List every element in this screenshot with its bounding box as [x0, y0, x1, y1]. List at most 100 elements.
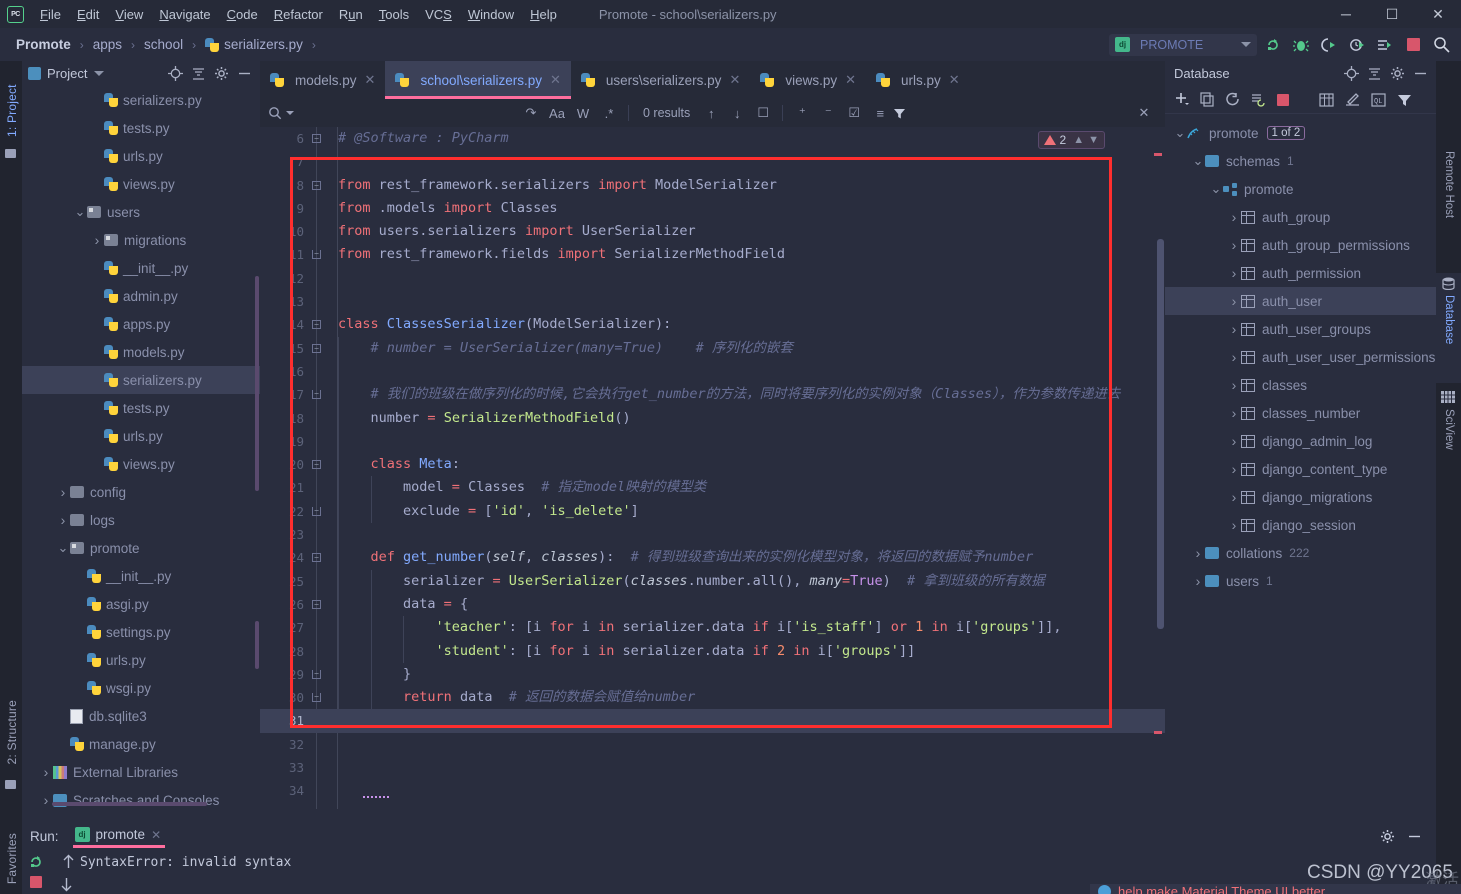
database-tree-item[interactable]: › classes — [1165, 371, 1436, 399]
search-everywhere-icon[interactable] — [1429, 33, 1453, 57]
fold-end-icon[interactable]: − — [312, 693, 321, 703]
code-line[interactable]: 24− def get_number(self, classes): # 得到班… — [260, 546, 1165, 570]
down-icon[interactable] — [60, 876, 73, 892]
chevron-right-icon[interactable]: › — [1227, 209, 1241, 225]
menu-item-navigate[interactable]: Navigate — [151, 5, 218, 24]
fold-start-icon[interactable]: − — [312, 599, 321, 609]
menu-item-file[interactable]: File — [32, 5, 69, 24]
code-line[interactable]: 29− } — [260, 662, 1165, 687]
code-line[interactable]: 26− data = { — [260, 592, 1165, 617]
close-tab-icon[interactable]: ✕ — [845, 72, 856, 88]
code-line[interactable]: 28 'student': [i for i in serializer.dat… — [260, 639, 1165, 663]
minimize-icon[interactable]: ─ — [1323, 0, 1369, 28]
chevron-down-icon[interactable]: ⌄ — [1209, 181, 1223, 197]
code-line[interactable]: 10 from users.serializers import UserSeri… — [260, 220, 1165, 243]
code-line[interactable]: 17− # 我们的班级在做序列化的时候,它会执行get_number的方法，同时… — [260, 383, 1165, 407]
fold-start-icon[interactable]: − — [312, 460, 321, 470]
remove-line-icon[interactable]: ⁻ — [815, 105, 841, 121]
filter-icon[interactable] — [1397, 93, 1412, 107]
database-tree-item[interactable]: › auth_permission — [1165, 259, 1436, 287]
code-line[interactable]: 15− # number = UserSerializer(many=True)… — [260, 336, 1165, 360]
hide-icon[interactable] — [237, 66, 252, 81]
database-tree-item[interactable]: › auth_group — [1165, 203, 1436, 231]
stripe-error-marker[interactable] — [1154, 153, 1162, 156]
menu-item-edit[interactable]: Edit — [69, 5, 107, 24]
match-case-icon[interactable]: Aa — [544, 106, 570, 121]
close-tab-icon[interactable]: ✕ — [729, 72, 740, 88]
code-line[interactable]: 31 — [260, 709, 1165, 733]
project-tree-item[interactable]: admin.py — [22, 282, 260, 310]
chevron-right-icon[interactable]: › — [1227, 377, 1241, 393]
filter-icon[interactable] — [893, 107, 919, 120]
sync-icon[interactable] — [1251, 92, 1267, 107]
code-line[interactable]: 30− return data # 返回的数据会赋值给number — [260, 686, 1165, 710]
collapse-all-icon[interactable] — [1367, 66, 1382, 81]
chevron-up-icon[interactable]: ▲ — [1073, 134, 1084, 146]
project-tree-item[interactable]: › migrations — [22, 226, 260, 254]
chevron-down-icon[interactable]: ⌄ — [1191, 153, 1205, 169]
project-tree-item[interactable]: wsgi.py — [22, 674, 260, 702]
code-line[interactable]: 7 — [260, 150, 1165, 173]
database-tree-item[interactable]: › django_admin_log — [1165, 427, 1436, 455]
database-tree-item[interactable]: ⌄ promote — [1165, 175, 1436, 203]
chevron-down-icon[interactable] — [1241, 42, 1251, 47]
maximize-icon[interactable]: ☐ — [1369, 0, 1415, 28]
chevron-right-icon[interactable]: › — [1227, 461, 1241, 477]
database-tree-item[interactable]: › collations 222 — [1165, 539, 1436, 567]
hide-icon[interactable] — [1407, 829, 1422, 844]
inspection-status-badge[interactable]: 2 ▲ ▼ — [1037, 131, 1105, 149]
chevron-right-icon[interactable]: › — [1227, 265, 1241, 281]
add-icon[interactable] — [1175, 92, 1190, 107]
project-tree-item[interactable]: ⌄ promote — [22, 534, 260, 562]
chevron-down-icon[interactable]: ▼ — [1088, 134, 1099, 146]
code-line[interactable]: 27 'teacher': [i for i in serializer.dat… — [260, 616, 1165, 640]
rail-tab-structure[interactable]: 2: Structure — [5, 700, 19, 764]
database-tree-item[interactable]: › classes_number — [1165, 399, 1436, 427]
table-icon[interactable] — [1319, 92, 1335, 107]
next-match-icon[interactable]: ↓ — [724, 106, 750, 121]
project-tree-item[interactable]: urls.py — [22, 646, 260, 674]
locate-icon[interactable] — [168, 66, 183, 81]
stop-icon[interactable] — [1277, 93, 1289, 106]
editor-tab-views-py[interactable]: views.py ✕ — [750, 61, 866, 99]
search-input[interactable] — [298, 106, 488, 120]
code-line[interactable]: 34 — [260, 779, 1165, 802]
chevron-right-icon[interactable]: › — [1227, 489, 1241, 505]
fold-end-icon[interactable]: − — [312, 669, 321, 679]
chevron-right-icon[interactable]: › — [90, 232, 104, 248]
close-icon[interactable]: ✕ — [151, 828, 161, 842]
chevron-down-icon[interactable]: ⌄ — [56, 540, 70, 556]
project-tree-item[interactable]: › External Libraries — [22, 758, 260, 786]
project-tree-item[interactable]: views.py — [22, 170, 260, 198]
database-tree-item[interactable]: › auth_user_groups — [1165, 315, 1436, 343]
settings-icon[interactable] — [1380, 829, 1395, 844]
database-tree-item[interactable]: › django_migrations — [1165, 483, 1436, 511]
project-hscrollbar[interactable] — [52, 802, 207, 806]
project-tree-item[interactable]: __init__.py — [22, 254, 260, 282]
code-line[interactable]: 21 model = Classes # 指定model映射的模型类 — [260, 476, 1165, 500]
fold-start-icon[interactable]: − — [312, 553, 321, 563]
database-tree-item[interactable]: › auth_group_permissions — [1165, 231, 1436, 259]
breadcrumb-item-school[interactable]: school — [142, 37, 185, 52]
sciview-rail-icon[interactable] — [1441, 391, 1455, 404]
run-configuration-selector[interactable]: dj PROMOTE — [1109, 33, 1257, 56]
code-line[interactable]: 8− from rest_framework.serializers import… — [260, 174, 1165, 197]
code-line[interactable]: 6− # @Software : PyCharm — [260, 127, 1165, 150]
project-tree-item[interactable]: db.sqlite3 — [22, 702, 260, 730]
rail-tab-remote-host[interactable]: Remote Host — [1443, 151, 1455, 218]
copy-icon[interactable] — [1200, 92, 1215, 107]
locate-icon[interactable] — [1344, 66, 1359, 81]
editor-tab-users-serializers-py[interactable]: users\serializers.py ✕ — [571, 61, 750, 99]
rail-tab-project[interactable]: 1: Project — [5, 67, 19, 137]
editor-tab-urls-py[interactable]: urls.py ✕ — [866, 61, 970, 99]
menu-item-view[interactable]: View — [107, 5, 151, 24]
query-console-icon[interactable]: QL — [1371, 92, 1387, 107]
chevron-right-icon[interactable]: › — [1227, 405, 1241, 421]
project-tree-item[interactable]: asgi.py — [22, 590, 260, 618]
rail-tab-sciview[interactable]: SciView — [1443, 409, 1455, 450]
database-tree-item[interactable]: › django_content_type — [1165, 455, 1436, 483]
project-tree-item[interactable]: tests.py — [22, 114, 260, 142]
code-lines[interactable]: 6− # @Software : PyCharm 7 8− from rest_fram… — [260, 127, 1165, 803]
project-tree-item[interactable]: › config — [22, 478, 260, 506]
rerun-icon[interactable] — [1261, 33, 1285, 57]
